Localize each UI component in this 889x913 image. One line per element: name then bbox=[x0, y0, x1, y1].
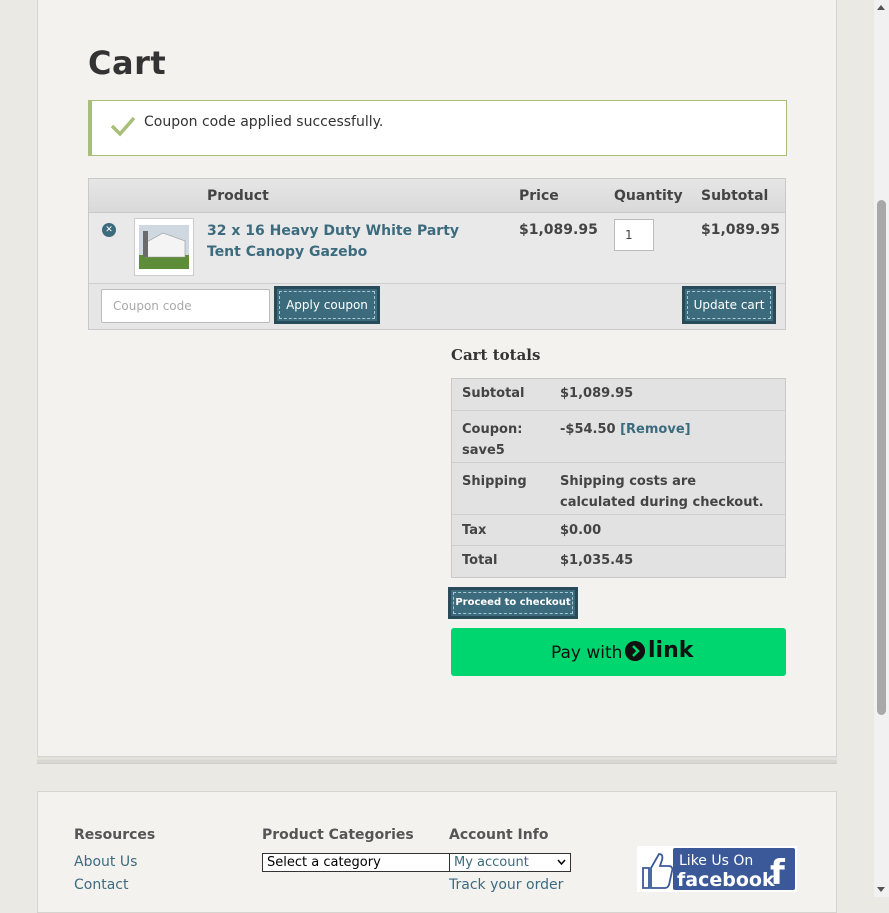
page-title: Cart bbox=[88, 44, 167, 82]
pay-with-link-button[interactable]: Pay with link bbox=[451, 628, 786, 676]
track-order-link[interactable]: Track your order bbox=[449, 877, 563, 893]
notice-message: Coupon code applied successfully. bbox=[144, 114, 384, 130]
update-cart-button[interactable]: Update cart bbox=[682, 286, 776, 324]
cart-table: Product Price Quantity Subtotal ✕ 32 x 1… bbox=[88, 178, 786, 330]
chevron-down-icon bbox=[557, 859, 566, 865]
header-quantity: Quantity bbox=[614, 188, 683, 204]
product-link[interactable]: 32 x 16 Heavy Duty White Party Tent Cano… bbox=[207, 221, 497, 263]
scroll-thumb[interactable] bbox=[877, 200, 886, 715]
totals-row-subtotal: Subtotal $1,089.95 bbox=[452, 379, 785, 411]
footer-account-title: Account Info bbox=[449, 827, 549, 843]
quantity-input[interactable] bbox=[614, 219, 654, 251]
contact-link[interactable]: Contact bbox=[74, 877, 128, 893]
facebook-line2: facebook bbox=[677, 869, 775, 891]
coupon-value: -$54.50 [Remove] bbox=[560, 422, 691, 437]
coupon-label: Coupon: save5 bbox=[462, 422, 523, 458]
cart-totals-title: Cart totals bbox=[451, 346, 541, 364]
shipping-label: Shipping bbox=[462, 474, 527, 489]
about-us-link[interactable]: About Us bbox=[74, 854, 137, 870]
coupon-input[interactable] bbox=[101, 289, 270, 323]
remove-coupon-link[interactable]: [Remove] bbox=[620, 422, 690, 437]
category-select[interactable]: Select a category bbox=[262, 853, 462, 872]
cart-totals-table: Subtotal $1,089.95 Coupon: save5 -$54.50… bbox=[451, 378, 786, 578]
facebook-thumbs-up-icon: Like Us On facebook f bbox=[637, 846, 797, 893]
checkmark-icon bbox=[110, 116, 136, 137]
link-chevron-icon bbox=[625, 641, 645, 661]
facebook-f-letter: f bbox=[770, 853, 786, 892]
my-account-select-value: My account bbox=[454, 855, 529, 870]
success-notice: Coupon code applied successfully. bbox=[88, 100, 787, 156]
item-price: $1,089.95 bbox=[519, 222, 598, 238]
remove-item-icon[interactable]: ✕ bbox=[102, 223, 116, 237]
header-price: Price bbox=[519, 188, 559, 204]
facebook-line1: Like Us On bbox=[679, 853, 753, 869]
subtotal-label: Subtotal bbox=[462, 386, 525, 401]
header-subtotal: Subtotal bbox=[701, 188, 769, 204]
totals-row-shipping: Shipping Shipping costs are calculated d… bbox=[452, 463, 785, 515]
subtotal-value: $1,089.95 bbox=[560, 386, 634, 401]
totals-row-tax: Tax $0.00 bbox=[452, 515, 785, 546]
product-thumbnail[interactable] bbox=[134, 218, 194, 276]
totals-row-coupon: Coupon: save5 -$54.50 [Remove] bbox=[452, 411, 785, 463]
total-value: $1,035.45 bbox=[560, 553, 634, 568]
scroll-up-icon[interactable] bbox=[877, 5, 885, 10]
total-label: Total bbox=[462, 553, 498, 568]
pay-with-label: Pay with bbox=[551, 643, 623, 663]
totals-row-total: Total $1,035.45 bbox=[452, 546, 785, 577]
tent-image-icon bbox=[139, 225, 189, 269]
apply-coupon-button[interactable]: Apply coupon bbox=[274, 286, 380, 324]
facebook-like-badge[interactable]: Like Us On facebook f bbox=[637, 846, 797, 893]
scrollbar[interactable] bbox=[874, 0, 889, 897]
cart-table-header: Product Price Quantity Subtotal bbox=[89, 179, 785, 213]
link-brand-label: link bbox=[648, 638, 694, 663]
proceed-to-checkout-button[interactable]: Proceed to checkout bbox=[448, 587, 578, 619]
table-row: ✕ 32 x 16 Heavy Duty White Party Tent Ca… bbox=[89, 213, 785, 284]
my-account-select[interactable]: My account bbox=[449, 853, 571, 872]
footer-categories-title: Product Categories bbox=[262, 827, 414, 843]
tax-label: Tax bbox=[462, 523, 487, 538]
cart-actions: Apply coupon Update cart bbox=[89, 284, 785, 329]
header-product: Product bbox=[207, 188, 269, 204]
item-subtotal: $1,089.95 bbox=[701, 222, 780, 238]
shipping-value: Shipping costs are calculated during che… bbox=[560, 474, 764, 510]
tax-value: $0.00 bbox=[560, 523, 602, 538]
footer-resources-title: Resources bbox=[74, 827, 156, 843]
scroll-down-icon[interactable] bbox=[877, 887, 885, 892]
